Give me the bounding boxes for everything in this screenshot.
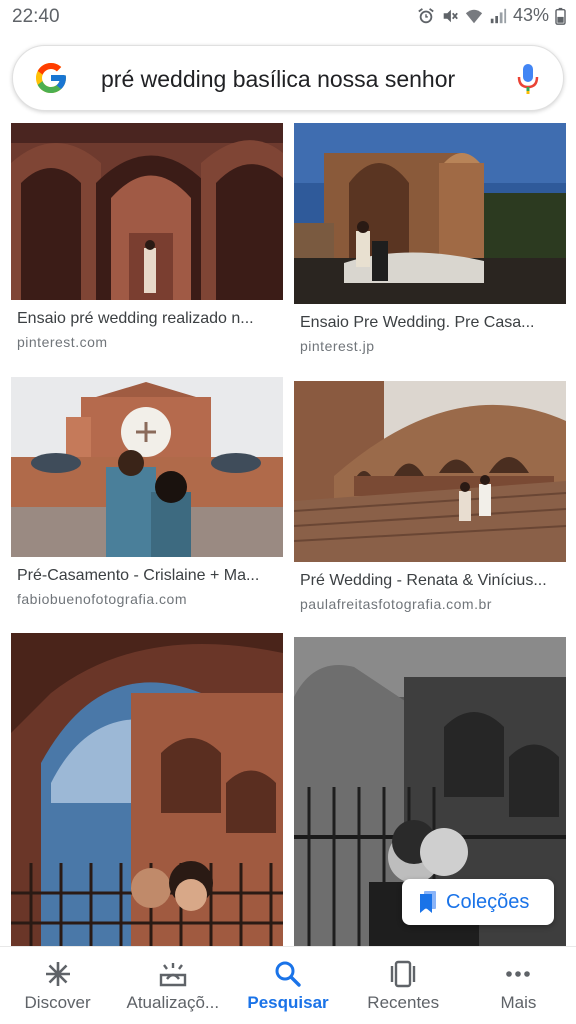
google-logo-icon[interactable] bbox=[33, 60, 69, 96]
more-icon bbox=[506, 971, 531, 977]
result-image[interactable] bbox=[11, 377, 283, 557]
image-results-grid: Ensaio pré wedding realizado n... pinter… bbox=[0, 123, 576, 946]
status-icons: 43% bbox=[417, 5, 566, 26]
signal-icon bbox=[490, 8, 507, 23]
result-card[interactable]: Ensaio pré wedding realizado n... pinter… bbox=[11, 123, 283, 350]
bookmark-icon bbox=[420, 891, 436, 913]
search-bar[interactable]: pré wedding basílica nossa senhor bbox=[12, 45, 564, 111]
updates-icon bbox=[159, 963, 186, 987]
nav-search[interactable]: Pesquisar bbox=[230, 947, 345, 1024]
bottom-navigation: Discover Atualizaçõ... Pesquisar Recente… bbox=[0, 946, 576, 1024]
nav-discover[interactable]: Discover bbox=[0, 947, 115, 1024]
result-image-art bbox=[11, 377, 283, 557]
search-icon bbox=[275, 961, 301, 987]
nav-more[interactable]: Mais bbox=[461, 947, 576, 1024]
battery-percent: 43% bbox=[512, 5, 549, 25]
result-card[interactable]: Pré-Casamento - Crislaine + Ma... fabiob… bbox=[11, 377, 283, 607]
result-image-art bbox=[11, 633, 283, 946]
collections-label: Coleções bbox=[446, 890, 530, 913]
nav-recent-label: Recentes bbox=[367, 993, 440, 1012]
result-source: pinterest.com bbox=[17, 334, 108, 350]
result-source: paulafreitasfotografia.com.br bbox=[300, 596, 492, 612]
search-input[interactable]: pré wedding basílica nossa senhor bbox=[101, 66, 491, 93]
result-source: fabiobuenofotografia.com bbox=[17, 591, 187, 607]
result-card[interactable]: Pré Wedding - Renata & Vinícius... paula… bbox=[294, 381, 566, 612]
result-image-art bbox=[11, 123, 283, 300]
result-image[interactable] bbox=[11, 633, 283, 946]
nav-more-label: Mais bbox=[500, 993, 537, 1012]
microphone-icon[interactable] bbox=[515, 62, 541, 96]
status-time: 22:40 bbox=[12, 6, 60, 27]
nav-updates[interactable]: Atualizaçõ... bbox=[115, 947, 230, 1024]
result-image-art bbox=[294, 123, 566, 304]
mute-icon bbox=[443, 9, 458, 22]
nav-recent[interactable]: Recentes bbox=[346, 947, 461, 1024]
asterisk-icon bbox=[45, 962, 70, 986]
alarm-icon bbox=[418, 7, 434, 23]
result-image[interactable] bbox=[294, 381, 566, 562]
result-source: pinterest.jp bbox=[300, 338, 375, 354]
nav-updates-label: Atualizaçõ... bbox=[126, 993, 220, 1012]
collections-button[interactable]: Coleções bbox=[402, 879, 554, 925]
result-card[interactable] bbox=[11, 633, 283, 946]
recent-icon bbox=[391, 960, 416, 988]
nav-search-label: Pesquisar bbox=[247, 993, 329, 1012]
battery-icon bbox=[555, 7, 566, 25]
result-title[interactable]: Pré-Casamento - Crislaine + Ma... bbox=[11, 567, 283, 585]
nav-discover-label: Discover bbox=[24, 993, 91, 1012]
result-image[interactable] bbox=[294, 123, 566, 304]
result-title[interactable]: Ensaio pré wedding realizado n... bbox=[11, 310, 283, 328]
status-bar: 22:40 43% bbox=[0, 0, 576, 34]
result-card[interactable]: Ensaio Pre Wedding. Pre Casa... pinteres… bbox=[294, 123, 566, 354]
result-image[interactable] bbox=[11, 123, 283, 300]
result-title[interactable]: Pré Wedding - Renata & Vinícius... bbox=[294, 572, 566, 590]
result-image-art bbox=[294, 381, 566, 562]
result-title[interactable]: Ensaio Pre Wedding. Pre Casa... bbox=[294, 314, 566, 332]
wifi-icon bbox=[465, 9, 483, 23]
